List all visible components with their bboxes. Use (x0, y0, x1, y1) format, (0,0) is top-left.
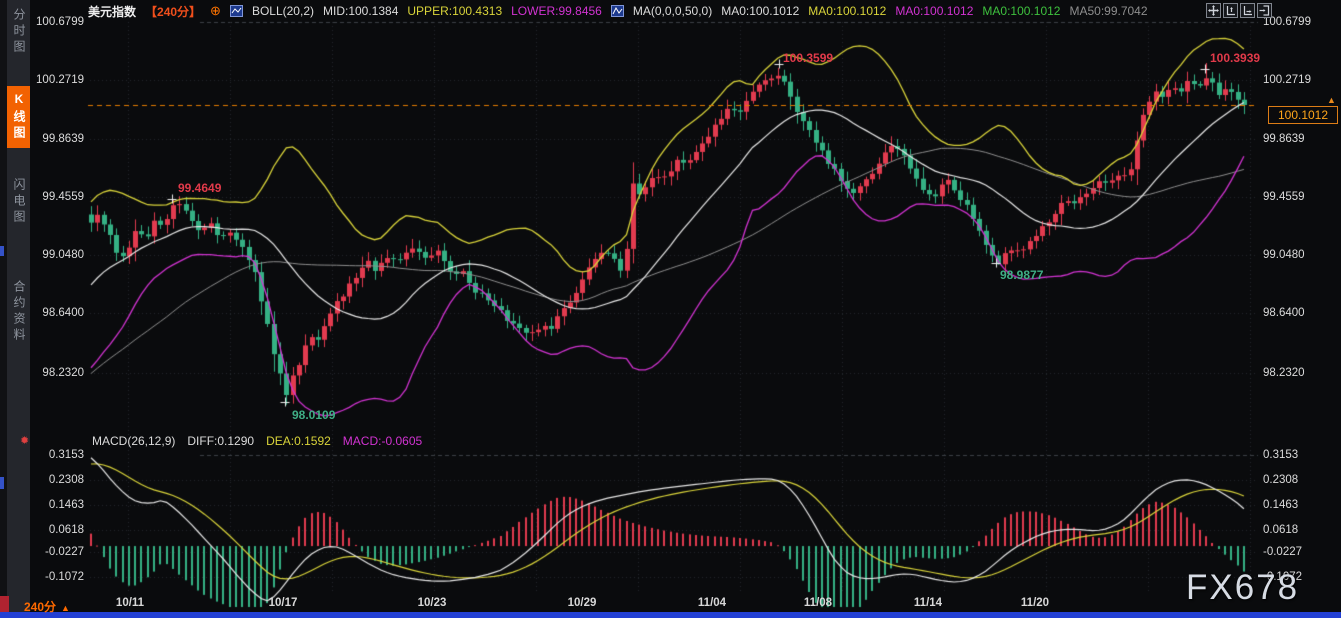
fx678-watermark: FX678 (1186, 568, 1299, 608)
y-axis-label: 98.6400 (1263, 306, 1315, 320)
y-axis-tool-button[interactable] (1223, 3, 1238, 18)
macd-header: MACD(26,12,9) DIFF:0.1290 DEA:0.1592 MAC… (92, 434, 422, 448)
timeframe-label: 240分 (24, 600, 56, 614)
price-annotation: 100.3939 (1210, 51, 1260, 65)
macd-settings-icon[interactable]: ✹ (20, 434, 29, 447)
timeframe-selector[interactable]: 240分 ▲ (24, 598, 70, 615)
boll-label: BOLL(20,2) (252, 4, 314, 18)
move-tool-button[interactable] (1206, 3, 1221, 18)
y-axis-label: 100.2719 (1263, 73, 1315, 87)
boll-mid-value: MID:100.1384 (323, 4, 398, 18)
macd-axis-label: 0.1463 (1263, 498, 1315, 512)
macd-diff-value: DIFF:0.1290 (187, 434, 254, 448)
bottom-blue-bar (0, 612, 1341, 618)
sidebar-tab-1[interactable]: K线图 (7, 86, 30, 148)
sidebar-tab-3[interactable]: 合约资料 (7, 280, 30, 344)
x-axis-label: 10/29 (560, 597, 604, 609)
macd-axis-label: -0.0227 (32, 545, 84, 559)
sidebar-tab-2[interactable]: 闪电图 (7, 178, 30, 226)
macd-macd-value: MACD:-0.0605 (343, 434, 422, 448)
y-axis-label: 98.2320 (32, 366, 84, 380)
x-axis-label: 10/23 (410, 597, 454, 609)
y-axis-label: 99.8639 (32, 132, 84, 146)
macd-axis-label: 0.3153 (32, 448, 84, 462)
chevron-up-icon: ▲ (61, 603, 70, 613)
price-marker-arrow-icon: ▲ (1327, 95, 1336, 105)
boll-upper-value: UPPER:100.4313 (407, 4, 502, 18)
x-axis-label: 11/14 (906, 597, 950, 609)
macd-axis-label: 0.0618 (32, 523, 84, 537)
price-annotation: 99.4649 (178, 181, 221, 195)
add-indicator-icon[interactable]: ⊕ (210, 3, 221, 19)
sidebar-marker-top (0, 246, 4, 256)
x-axis-label: 11/08 (796, 597, 840, 609)
sidebar-tab-0[interactable]: 分时图 (7, 8, 30, 56)
trading-app-window: 分时图 K线图闪电图合约资料 美元指数 【240分】 ⊕ BOLL(20,2) M… (0, 0, 1341, 618)
x-axis-tool-button[interactable] (1240, 3, 1255, 18)
sidebar: 分时图 K线图闪电图合约资料 (0, 0, 30, 618)
x-axis-label: 11/04 (690, 597, 734, 609)
macd-axis-label: 0.2308 (32, 473, 84, 487)
y-axis-label: 99.0480 (32, 248, 84, 262)
y-axis-label: 100.2719 (32, 73, 84, 87)
y-axis-label: 99.4559 (1263, 190, 1315, 204)
ma0-value-4: MA0:100.1012 (982, 4, 1060, 18)
chart-canvas[interactable] (0, 0, 1341, 618)
y-axis-label: 100.6799 (32, 15, 84, 29)
macd-axis-label: 0.2308 (1263, 473, 1315, 487)
ma50-value: MA50:99.7042 (1069, 4, 1147, 18)
ma0-value-1: MA0:100.1012 (721, 4, 799, 18)
macd-axis-label: -0.1072 (32, 570, 84, 584)
y-axis-label: 99.8639 (1263, 132, 1315, 146)
ma0-value-3: MA0:100.1012 (895, 4, 973, 18)
y-axis-label: 99.4559 (32, 190, 84, 204)
price-annotation: 98.9877 (1000, 268, 1043, 282)
y-axis-label: 98.2320 (1263, 366, 1315, 380)
y-axis-label: 99.0480 (1263, 248, 1315, 262)
window-controls (1206, 3, 1272, 18)
macd-title: MACD(26,12,9) (92, 434, 175, 448)
x-axis-label: 10/17 (261, 597, 305, 609)
ma0-value-2: MA0:100.1012 (808, 4, 886, 18)
macd-axis-label: -0.0227 (1263, 545, 1315, 559)
popout-button[interactable] (1257, 3, 1272, 18)
sidebar-marker-bottom (0, 477, 4, 489)
x-axis-label: 11/20 (1013, 597, 1057, 609)
macd-dea-value: DEA:0.1592 (266, 434, 331, 448)
symbol-name: 美元指数 (88, 3, 136, 20)
y-axis-label: 98.6400 (32, 306, 84, 320)
indicator-header: 美元指数 【240分】 ⊕ BOLL(20,2) MID:100.1384 UP… (88, 3, 1148, 19)
macd-axis-label: 0.1463 (32, 498, 84, 512)
price-annotation: 98.0109 (292, 408, 335, 422)
corner-red-block (0, 596, 9, 612)
period-label[interactable]: 【240分】 (145, 3, 201, 20)
ma-label: MA(0,0,0,50,0) (633, 4, 712, 18)
price-annotation: 100.3599 (783, 51, 833, 65)
x-axis-label: 10/11 (108, 597, 152, 609)
boll-chart-icon[interactable] (230, 5, 243, 17)
macd-axis-label: 0.0618 (1263, 523, 1315, 537)
ma-chart-icon[interactable] (611, 5, 624, 17)
current-price-box: 100.1012 (1268, 106, 1338, 124)
boll-lower-value: LOWER:99.8456 (511, 4, 602, 18)
macd-axis-label: 0.3153 (1263, 448, 1315, 462)
